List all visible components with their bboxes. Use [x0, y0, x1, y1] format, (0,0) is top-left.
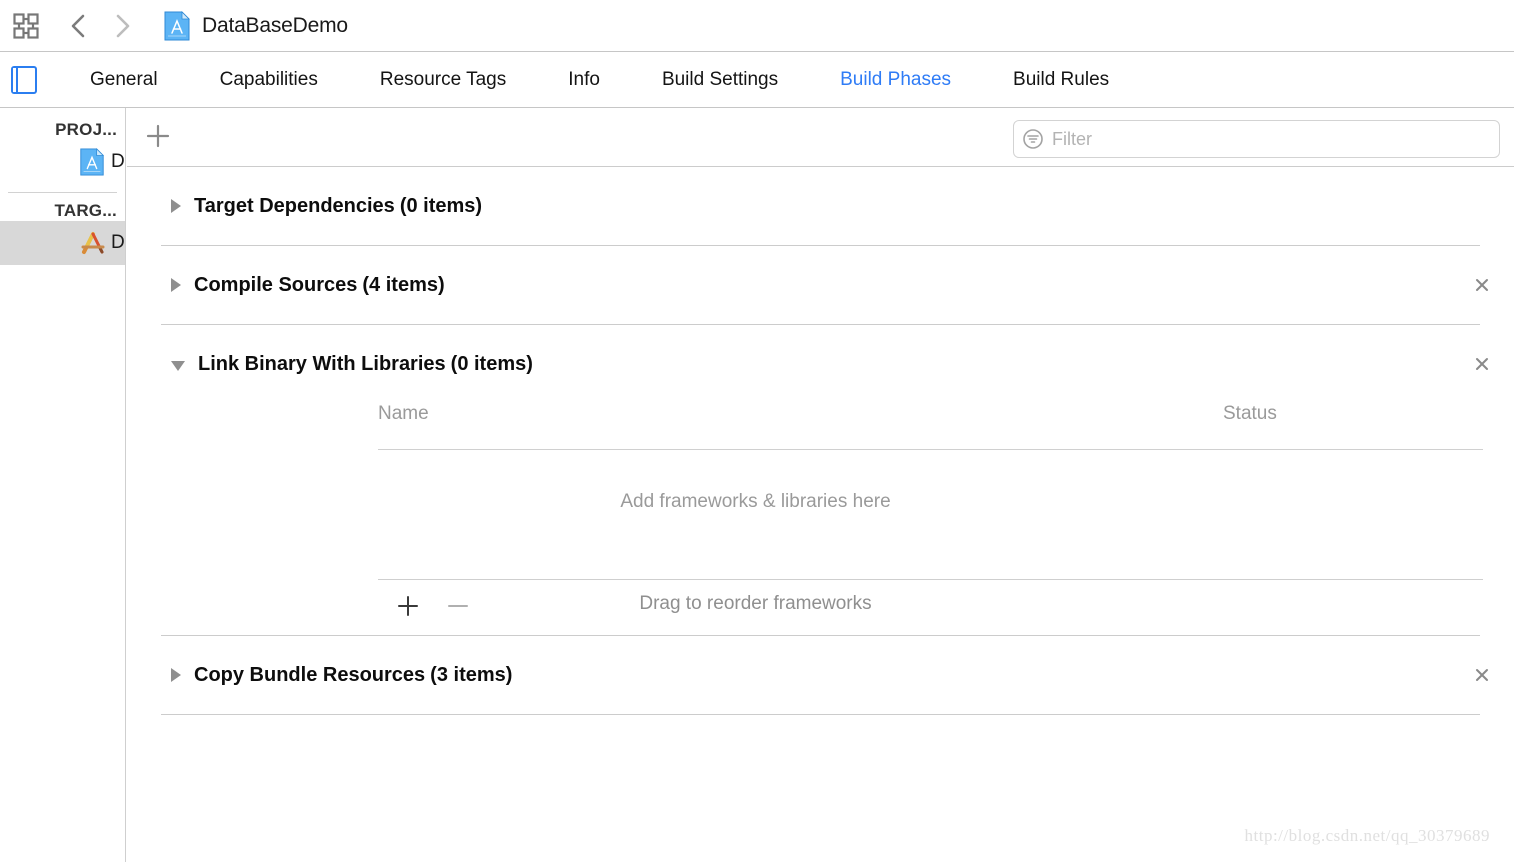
grid-icon[interactable] — [12, 12, 40, 40]
phase-header[interactable]: Compile Sources (4 items) — [127, 246, 1514, 324]
sidebar-item-project-label: D — [111, 151, 125, 172]
sidebar-section-targets-header: TARG... — [54, 201, 117, 220]
project-target-sidebar: PROJ... D TARG... D — [0, 108, 126, 862]
phase-divider — [161, 714, 1480, 715]
phase-title: Copy Bundle Resources — [194, 663, 426, 686]
phase-copy-bundle-resources: Copy Bundle Resources (3 items) — [127, 636, 1514, 715]
filter-input[interactable]: Filter — [1013, 120, 1500, 158]
filter-placeholder: Filter — [1052, 128, 1092, 149]
sidebar-item-project[interactable]: D — [0, 140, 125, 184]
watermark-text: http://blog.csdn.net/qq_30379689 — [1244, 826, 1490, 845]
column-header-name: Name — [378, 403, 429, 424]
frameworks-footer: Drag to reorder frameworks — [127, 579, 1514, 635]
filter-icon — [1022, 128, 1044, 150]
phase-compile-sources: Compile Sources (4 items) — [127, 246, 1514, 325]
footer-divider — [378, 579, 1483, 580]
close-icon[interactable] — [1471, 274, 1493, 296]
tab-general[interactable]: General — [90, 69, 158, 91]
triangle-down-icon[interactable] — [171, 360, 185, 371]
build-phase-list: Target Dependencies (0 items) Compile So… — [127, 167, 1514, 715]
close-icon[interactable] — [1471, 664, 1493, 686]
phase-item-count: (4 items) — [362, 273, 445, 296]
frameworks-drop-zone[interactable]: Add frameworks & libraries here — [127, 449, 1514, 579]
phase-title: Link Binary With Libraries — [198, 352, 446, 375]
phase-item-count: (0 items) — [399, 194, 483, 217]
phase-target-dependencies: Target Dependencies (0 items) — [127, 167, 1514, 246]
tab-build-rules[interactable]: Build Rules — [1013, 69, 1109, 91]
xcode-window: DataBaseDemo General Capabilities Resour… — [0, 0, 1514, 862]
tab-capabilities[interactable]: Capabilities — [220, 69, 318, 91]
close-icon[interactable] — [1471, 353, 1493, 375]
phase-header[interactable]: Target Dependencies (0 items) — [127, 167, 1514, 245]
target-editor-tabbar: General Capabilities Resource Tags Info … — [0, 52, 1514, 108]
column-header-status: Status — [1223, 403, 1277, 424]
chevron-left-icon[interactable] — [58, 6, 98, 46]
phase-title: Target Dependencies — [194, 194, 395, 217]
tab-list: General Capabilities Resource Tags Info … — [90, 69, 1109, 91]
frameworks-table-header: Name Status — [127, 403, 1514, 450]
sidebar-section-project-header: PROJ... — [55, 120, 117, 139]
sidebar-item-target[interactable]: D — [0, 221, 125, 265]
sidebar-item-target-label: D — [111, 232, 125, 253]
sidebar-toggle-bar — [13, 67, 18, 92]
phase-item-count: (3 items) — [430, 663, 513, 686]
reorder-hint-text: Drag to reorder frameworks — [639, 593, 872, 614]
tab-resource-tags[interactable]: Resource Tags — [380, 69, 506, 91]
phase-title: Compile Sources — [194, 273, 358, 296]
tab-info[interactable]: Info — [568, 69, 600, 91]
xcode-target-icon — [79, 229, 105, 257]
add-build-phase-button[interactable] — [141, 119, 175, 153]
phase-link-binary-with-libraries: Link Binary With Libraries (0 items) Nam… — [127, 325, 1514, 636]
top-toolbar: DataBaseDemo — [0, 0, 1514, 52]
empty-state-text: Add frameworks & libraries here — [620, 491, 891, 512]
phase-toolbar: Filter — [127, 108, 1514, 167]
tab-build-settings[interactable]: Build Settings — [662, 69, 778, 91]
xcode-project-icon — [79, 148, 105, 176]
chevron-right-icon[interactable] — [102, 6, 142, 46]
phase-header[interactable]: Link Binary With Libraries (0 items) — [127, 325, 1514, 403]
page-title: DataBaseDemo — [202, 13, 348, 37]
build-phases-pane: Filter Target Dependencies (0 items) Com… — [127, 108, 1514, 862]
triangle-right-icon[interactable] — [171, 278, 181, 292]
phase-body: Name Status Add frameworks & libraries h… — [127, 403, 1514, 635]
phase-item-count: (0 items) — [450, 352, 533, 375]
triangle-right-icon[interactable] — [171, 199, 181, 213]
sidebar-toggle-icon[interactable] — [11, 65, 37, 94]
triangle-right-icon[interactable] — [171, 668, 181, 682]
xcode-project-icon — [164, 10, 190, 41]
tab-build-phases[interactable]: Build Phases — [840, 69, 951, 91]
phase-header[interactable]: Copy Bundle Resources (3 items) — [127, 636, 1514, 714]
